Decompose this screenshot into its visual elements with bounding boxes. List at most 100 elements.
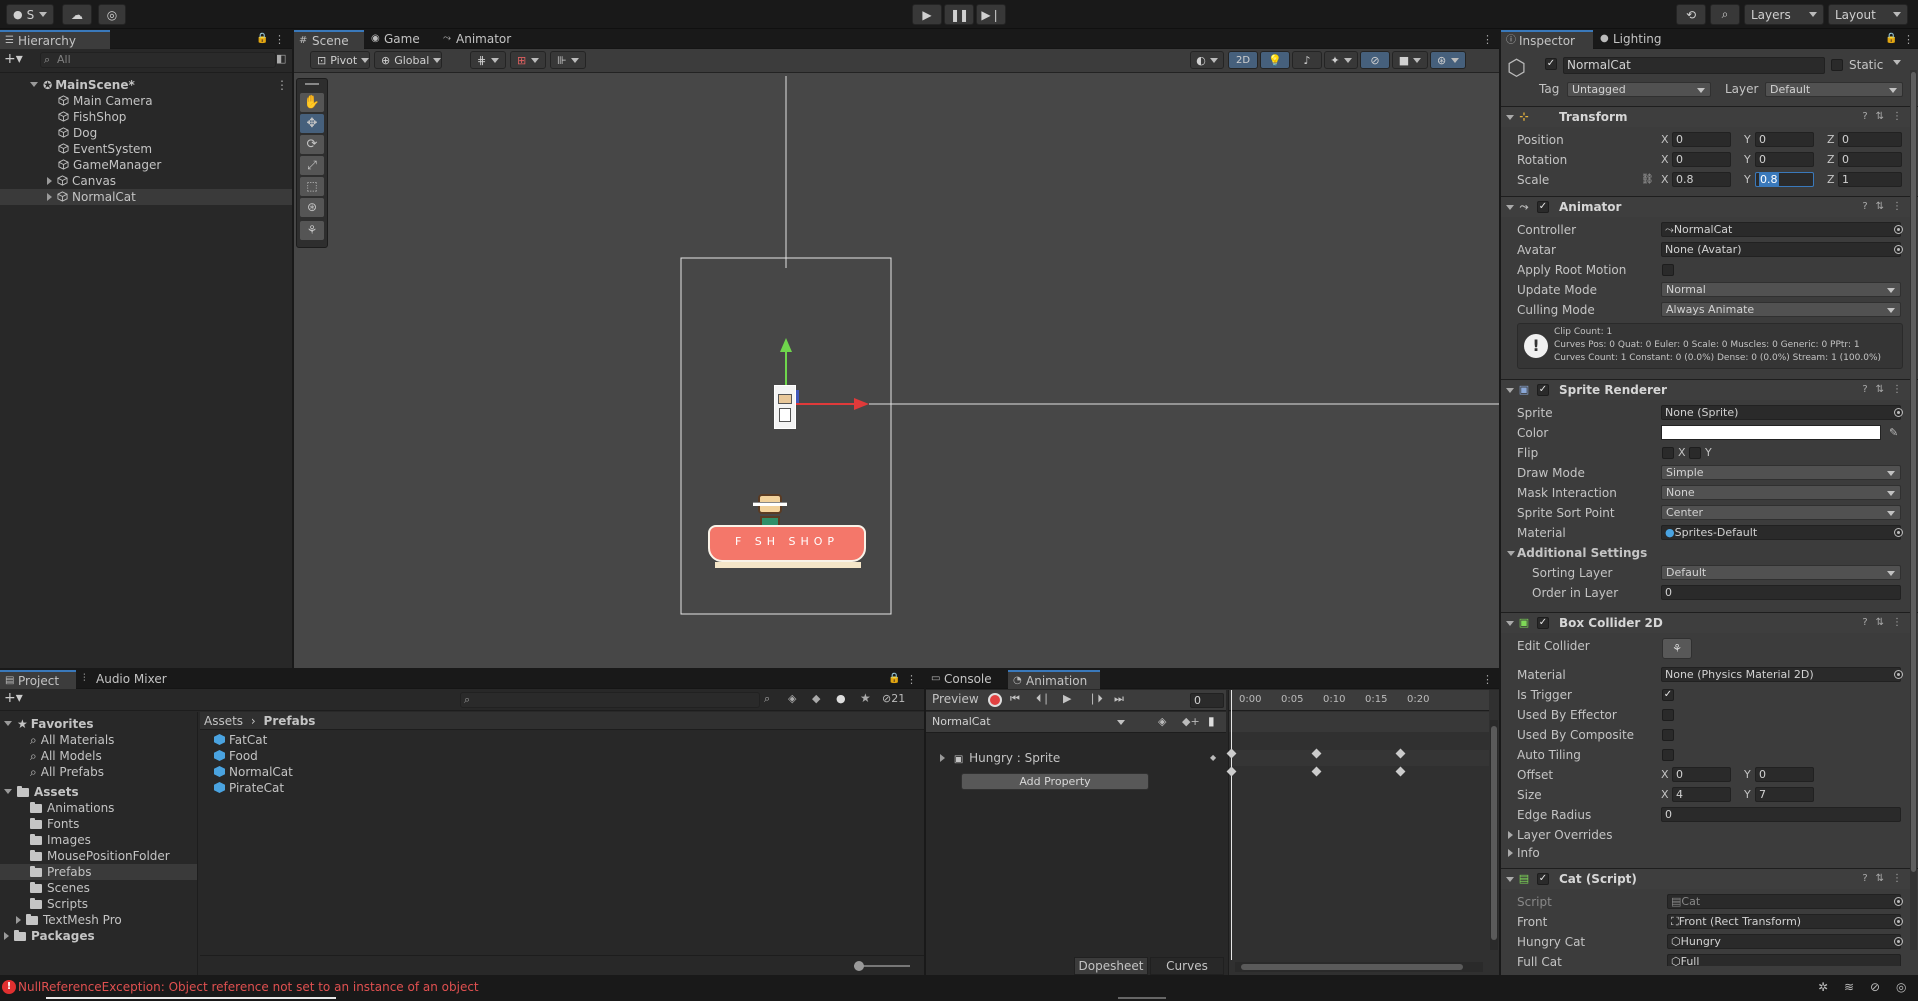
edit-collider-button[interactable]: ⚘ xyxy=(1662,638,1692,659)
timeline-vertical-scrollbar[interactable] xyxy=(1490,720,1498,950)
icon-size-slider-thumb[interactable] xyxy=(854,961,864,971)
normalcat-sprite[interactable] xyxy=(774,385,796,429)
layer-dropdown[interactable]: Default xyxy=(1765,82,1903,97)
sprite-renderer-header[interactable]: ▣ ✓ Sprite Renderer ?⇅⋮ xyxy=(1501,379,1918,400)
warning-filter-icon[interactable]: ● xyxy=(836,692,846,705)
folder-textmesh-pro[interactable]: TextMesh Pro xyxy=(0,912,197,928)
pause-button[interactable]: ❚❚ xyxy=(944,4,974,25)
object-picker-icon[interactable] xyxy=(1894,670,1903,679)
object-picker-icon[interactable] xyxy=(1894,937,1903,946)
preview-toggle[interactable]: Preview xyxy=(932,692,979,706)
play-animation-button[interactable]: ▶ xyxy=(1063,692,1071,705)
file-food[interactable]: Food xyxy=(214,748,924,764)
create-button[interactable]: +▾ xyxy=(4,690,23,706)
menu-kebab-icon[interactable]: ⋮ xyxy=(274,33,285,46)
curves-tab[interactable]: Curves xyxy=(1150,957,1224,975)
offset-y-input[interactable]: 0 xyxy=(1755,767,1814,782)
object-picker-icon[interactable] xyxy=(1894,917,1903,926)
collab-button[interactable]: ◎ xyxy=(98,4,126,25)
collab-status-icon[interactable]: ◎ xyxy=(1896,980,1906,994)
flip-x-checkbox[interactable] xyxy=(1662,447,1674,459)
timeline-horizontal-scrollbar[interactable] xyxy=(1235,962,1483,972)
keyframe[interactable] xyxy=(1226,766,1237,777)
static-checkbox[interactable] xyxy=(1831,59,1843,71)
history-button[interactable]: ⟲ xyxy=(1676,4,1706,25)
play-button[interactable]: ▶ xyxy=(912,4,942,25)
property-keyframe-track[interactable] xyxy=(1229,750,1489,766)
menu-kebab-icon[interactable]: ⋮ xyxy=(1482,673,1493,686)
flip-y-checkbox[interactable] xyxy=(1689,447,1701,459)
hungry-cat-field[interactable]: ⬡Hungry xyxy=(1667,934,1901,949)
layout-dropdown[interactable]: Layout xyxy=(1828,4,1908,25)
add-keyframe-button[interactable]: ◈ xyxy=(1158,715,1166,728)
scene-visibility-icon[interactable]: ◧ xyxy=(276,52,286,65)
increment-snap-dropdown[interactable]: ⊪ xyxy=(550,51,586,69)
file-fatcat[interactable]: FatCat xyxy=(214,732,924,748)
add-property-button[interactable]: Add Property xyxy=(961,773,1149,790)
hidden-objects-toggle[interactable]: ⊘ xyxy=(1360,51,1390,69)
component-header-icons[interactable]: ?⇅⋮ xyxy=(1862,380,1910,400)
tab-animation[interactable]: ◔ Animation xyxy=(1008,670,1100,689)
debug-icon[interactable]: ✲ xyxy=(1818,980,1828,994)
link-icon[interactable]: ⛓ xyxy=(1641,172,1654,188)
rotation-z-input[interactable]: 0 xyxy=(1838,152,1902,167)
physics-material-field[interactable]: None (Physics Material 2D) xyxy=(1661,667,1901,682)
object-picker-icon[interactable] xyxy=(1894,245,1903,254)
playhead[interactable] xyxy=(1231,690,1232,960)
next-frame-button[interactable]: ❘⏵ xyxy=(1088,692,1103,706)
front-field[interactable]: ⛶Front (Rect Transform) xyxy=(1667,914,1901,929)
tab-project[interactable]: ▤ Project xyxy=(0,670,76,689)
folder-mousepositionfolder[interactable]: MousePositionFolder xyxy=(0,848,197,864)
component-header-icons[interactable]: ?⇅⋮ xyxy=(1862,869,1910,889)
property-options-icon[interactable]: ◆ xyxy=(1210,750,1216,766)
expand-arrow-icon[interactable] xyxy=(16,916,21,924)
tab-animator[interactable]: ⤳ Animator xyxy=(438,30,528,49)
assets-header[interactable]: Assets xyxy=(0,784,197,800)
is-trigger-checkbox[interactable]: ✓ xyxy=(1662,689,1674,701)
draw-mode-dropdown[interactable]: ◐ xyxy=(1190,51,1224,69)
expand-arrow-icon[interactable] xyxy=(47,193,52,201)
tab-lighting[interactable]: ● Lighting xyxy=(1595,30,1675,49)
box-collider-header[interactable]: ▣ ✓ Box Collider 2D ?⇅⋮ xyxy=(1501,612,1918,633)
step-button[interactable]: ▶❘ xyxy=(976,4,1006,25)
scene-canvas[interactable] xyxy=(294,76,1499,668)
size-y-input[interactable]: 7 xyxy=(1755,787,1814,802)
tag-dropdown[interactable]: Untagged xyxy=(1567,82,1711,97)
hidden-packages-toggle[interactable]: ⊘21 xyxy=(882,692,905,705)
record-button[interactable] xyxy=(988,693,1002,707)
full-cat-field[interactable]: ⬡Full xyxy=(1667,954,1901,966)
animation-property-row[interactable]: ▣ Hungry : Sprite ◆ xyxy=(940,750,1226,766)
scene-root-item[interactable]: ✪ MainScene* ⋮ xyxy=(0,77,292,93)
dopesheet-timeline[interactable]: 0:00 0:05 0:10 0:15 0:20 xyxy=(1226,690,1499,975)
expand-arrow-icon[interactable] xyxy=(47,177,52,185)
info-foldout[interactable]: Info xyxy=(1501,845,1918,861)
add-button[interactable]: +▾ xyxy=(4,51,23,67)
cat-script-header[interactable]: ▤ ✓ Cat (Script) ?⇅⋮ xyxy=(1501,868,1918,889)
lock-icon[interactable]: 🔒 xyxy=(256,33,268,45)
favorite-all-materials[interactable]: ⌕ All Materials xyxy=(0,732,197,748)
position-y-input[interactable]: 0 xyxy=(1755,132,1814,147)
tab-scene[interactable]: # Scene xyxy=(294,30,364,49)
offset-x-input[interactable]: 0 xyxy=(1672,767,1731,782)
tab-audio-mixer[interactable]: ⫶ Audio Mixer xyxy=(78,670,178,689)
status-error-message[interactable]: NullReferenceException: Object reference… xyxy=(18,980,479,995)
hierarchy-item-normalcat[interactable]: NormalCat xyxy=(0,189,292,205)
rotation-y-input[interactable]: 0 xyxy=(1755,152,1814,167)
folder-images[interactable]: Images xyxy=(0,832,197,848)
pivot-dropdown[interactable]: ⊡ Pivot xyxy=(310,51,370,69)
breadcrumb-assets[interactable]: Assets xyxy=(204,714,243,728)
hierarchy-item-gamemanager[interactable]: GameManager xyxy=(0,157,292,173)
event-marker-button[interactable]: ▮ xyxy=(1208,714,1215,728)
folder-fonts[interactable]: Fonts xyxy=(0,816,197,832)
component-header-icons[interactable]: ?⇅⋮ xyxy=(1862,613,1910,633)
menu-kebab-icon[interactable]: ⋮ xyxy=(1482,33,1493,46)
favorite-icon[interactable]: ★ xyxy=(860,691,871,705)
used-by-effector-checkbox[interactable] xyxy=(1662,709,1674,721)
inspector-scrollbar[interactable] xyxy=(1910,70,1917,950)
global-dropdown[interactable]: ⊕ Global xyxy=(374,51,442,69)
search-button[interactable]: ⌕ xyxy=(1710,4,1740,25)
timeline-ruler[interactable]: 0:00 0:05 0:10 0:15 0:20 xyxy=(1229,690,1489,711)
dopesheet-tab[interactable]: Dopesheet xyxy=(1074,957,1148,975)
sorting-layer-dropdown[interactable]: Default xyxy=(1661,565,1901,580)
label-filter-icon[interactable]: ◆ xyxy=(812,692,820,705)
